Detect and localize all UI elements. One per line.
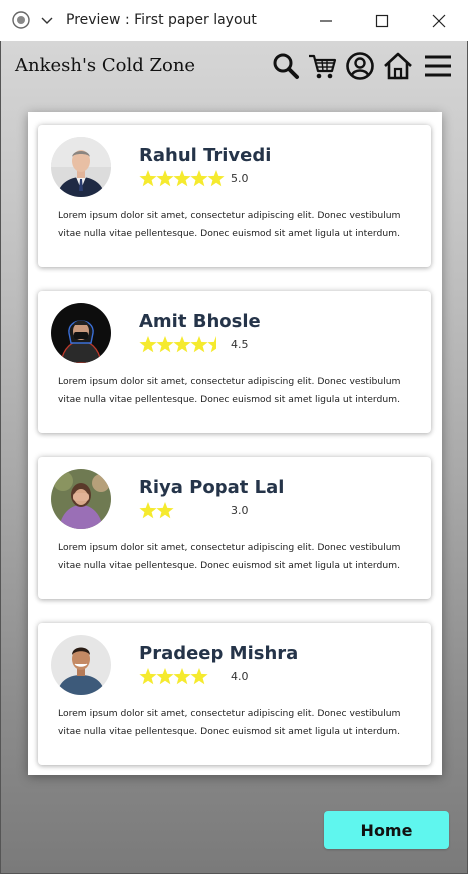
menu-icon[interactable] — [423, 51, 453, 81]
star-icon — [139, 502, 157, 519]
review-card: Rahul Trivedi 5.0 Lorem ipsum dolor sit … — [38, 125, 431, 267]
close-icon — [432, 14, 446, 28]
star-icon — [156, 668, 174, 685]
review-card: Amit Bhosle 4.5 Lorem ipsum dolor sit am… — [38, 291, 431, 433]
star-icon — [173, 668, 191, 685]
app-record-icon[interactable] — [12, 11, 30, 29]
home-icon[interactable] — [383, 51, 413, 81]
star-icon — [190, 170, 208, 187]
rating-value: 3.0 — [231, 504, 249, 517]
review-card: Pradeep Mishra 4.0 Lorem ipsum dolor sit… — [38, 623, 431, 765]
rating-value: 4.5 — [231, 338, 249, 351]
rating-value: 5.0 — [231, 172, 249, 185]
star-rating — [139, 170, 225, 187]
maximize-button[interactable] — [369, 8, 395, 34]
review-text: Lorem ipsum dolor sit amet, consectetur … — [58, 708, 401, 737]
minimize-icon — [320, 20, 332, 22]
user-icon[interactable] — [345, 51, 375, 81]
avatar — [51, 303, 111, 363]
window-titlebar: Preview : First paper layout — [0, 0, 468, 41]
star-icon — [190, 336, 208, 353]
star-icon — [173, 170, 191, 187]
chevron-down-icon[interactable] — [38, 11, 56, 29]
star-rating — [139, 502, 174, 519]
star-icon — [139, 336, 157, 353]
app-window: Ankesh's Cold Zone Rahul Trivedi 5.0 Lor… — [0, 41, 468, 874]
star-icon — [173, 336, 191, 353]
half-star-icon — [207, 336, 216, 353]
search-icon[interactable] — [271, 51, 301, 81]
brand-title: Ankesh's Cold Zone — [15, 55, 196, 76]
review-text: Lorem ipsum dolor sit amet, consectetur … — [58, 376, 401, 405]
review-text: Lorem ipsum dolor sit amet, consectetur … — [58, 542, 401, 571]
rating-value: 4.0 — [231, 670, 249, 683]
reviewer-name: Rahul Trivedi — [139, 145, 272, 166]
home-button[interactable]: Home — [324, 811, 449, 849]
close-button[interactable] — [426, 8, 452, 34]
minimize-button[interactable] — [313, 8, 339, 34]
cart-icon[interactable] — [307, 51, 337, 81]
maximize-icon — [375, 14, 389, 28]
review-card: Riya Popat Lal 3.0 Lorem ipsum dolor sit… — [38, 457, 431, 599]
reviewer-name: Riya Popat Lal — [139, 477, 285, 498]
star-icon — [156, 502, 174, 519]
avatar — [51, 137, 111, 197]
star-rating — [139, 668, 208, 685]
star-icon — [190, 668, 208, 685]
review-text: Lorem ipsum dolor sit amet, consectetur … — [58, 210, 401, 239]
star-rating — [139, 336, 216, 353]
star-icon — [139, 668, 157, 685]
avatar — [51, 469, 111, 529]
reviewer-name: Amit Bhosle — [139, 311, 261, 332]
window-title: Preview : First paper layout — [66, 12, 257, 28]
star-icon — [156, 170, 174, 187]
star-icon — [156, 336, 174, 353]
star-icon — [139, 170, 157, 187]
star-icon — [207, 170, 225, 187]
avatar — [51, 635, 111, 695]
reviews-panel: Rahul Trivedi 5.0 Lorem ipsum dolor sit … — [28, 112, 442, 775]
reviewer-name: Pradeep Mishra — [139, 643, 299, 664]
